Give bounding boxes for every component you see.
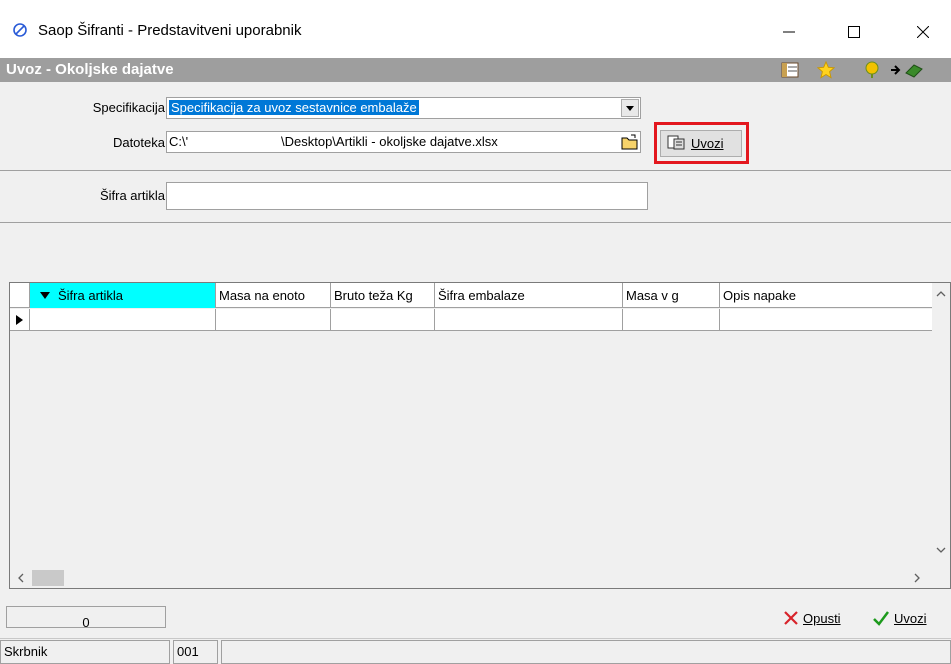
table-cell[interactable]: [331, 309, 435, 331]
scroll-left-icon[interactable]: [18, 573, 24, 583]
exit-arrow-icon[interactable]: [886, 61, 906, 79]
grid-header: Šifra artikla Masa na enoto Bruto teža K…: [10, 283, 932, 308]
open-folder-icon[interactable]: [620, 132, 640, 152]
column-header-item-code[interactable]: Šifra artikla: [30, 283, 216, 308]
import-button[interactable]: Uvozi: [660, 130, 742, 157]
file-path-drive: C:\': [169, 134, 189, 149]
column-header-label: Šifra artikla: [58, 288, 124, 303]
grid-corner: [10, 283, 30, 308]
table-cell[interactable]: [623, 309, 720, 331]
scroll-up-icon[interactable]: [936, 291, 946, 297]
file-label: Datoteka: [112, 135, 165, 150]
status-message: [221, 640, 951, 664]
table-settings-icon[interactable]: [780, 61, 800, 79]
cancel-x-icon: [784, 611, 798, 625]
status-user: Skrbnik: [0, 640, 170, 664]
help-icon[interactable]: [862, 61, 882, 79]
file-path-input[interactable]: C:\' \Desktop\Artikli - okoljske dajatve…: [166, 131, 641, 153]
favorite-star-icon[interactable]: [816, 61, 836, 79]
scroll-right-icon[interactable]: [914, 573, 920, 583]
item-code-input[interactable]: [166, 182, 648, 210]
spec-selected-value: Specifikacija za uvoz sestavnice embalaž…: [169, 100, 419, 115]
book-exit-icon[interactable]: [904, 61, 924, 79]
import-button-label: Uvozi: [691, 136, 724, 151]
file-path-rest: \Desktop\Artikli - okoljske dajatve.xlsx: [281, 134, 498, 149]
confirm-import-label: Uvozi: [894, 610, 927, 626]
table-cell[interactable]: [720, 309, 932, 331]
app-icon: [12, 22, 28, 38]
column-header-gross-weight[interactable]: Bruto teža Kg: [331, 283, 435, 308]
column-header-error-description[interactable]: Opis napake: [720, 283, 932, 308]
table-cell[interactable]: [30, 309, 216, 331]
horizontal-scrollbar[interactable]: [10, 568, 932, 588]
window-title: Saop Šifranti - Predstavitveni uporabnik: [38, 22, 302, 39]
table-cell[interactable]: [216, 309, 331, 331]
cancel-button[interactable]: Opusti: [783, 604, 841, 632]
page-title: Uvoz - Okoljske dajatve: [6, 61, 174, 78]
column-header-mass-g[interactable]: Masa v g: [623, 283, 720, 308]
confirm-import-button[interactable]: Uvozi: [872, 604, 927, 632]
import-icon: [667, 134, 685, 153]
table-row[interactable]: [10, 309, 932, 331]
column-header-unit-mass[interactable]: Masa na enoto: [216, 283, 331, 308]
maximize-button[interactable]: [831, 12, 877, 52]
cancel-button-label: Opusti: [803, 610, 841, 626]
table-cell[interactable]: [435, 309, 623, 331]
divider: [0, 170, 951, 171]
column-header-packaging-code[interactable]: Šifra embalaze: [435, 283, 623, 308]
close-button[interactable]: [900, 12, 946, 52]
horizontal-scroll-thumb[interactable]: [32, 570, 64, 586]
item-code-label: Šifra artikla: [99, 188, 165, 203]
checkmark-icon: [873, 611, 889, 626]
minimize-button[interactable]: [766, 12, 812, 52]
vertical-scrollbar[interactable]: [932, 283, 950, 570]
scroll-down-icon[interactable]: [936, 547, 946, 553]
status-code: 001: [173, 640, 218, 664]
spec-label: Specifikacija: [92, 100, 165, 115]
chevron-down-icon[interactable]: [621, 99, 639, 117]
sort-desc-icon: [40, 292, 50, 299]
divider: [0, 222, 951, 223]
row-indicator-icon: [10, 309, 30, 331]
spec-select[interactable]: Specifikacija za uvoz sestavnice embalaž…: [166, 97, 641, 119]
record-count: 0: [6, 606, 166, 630]
